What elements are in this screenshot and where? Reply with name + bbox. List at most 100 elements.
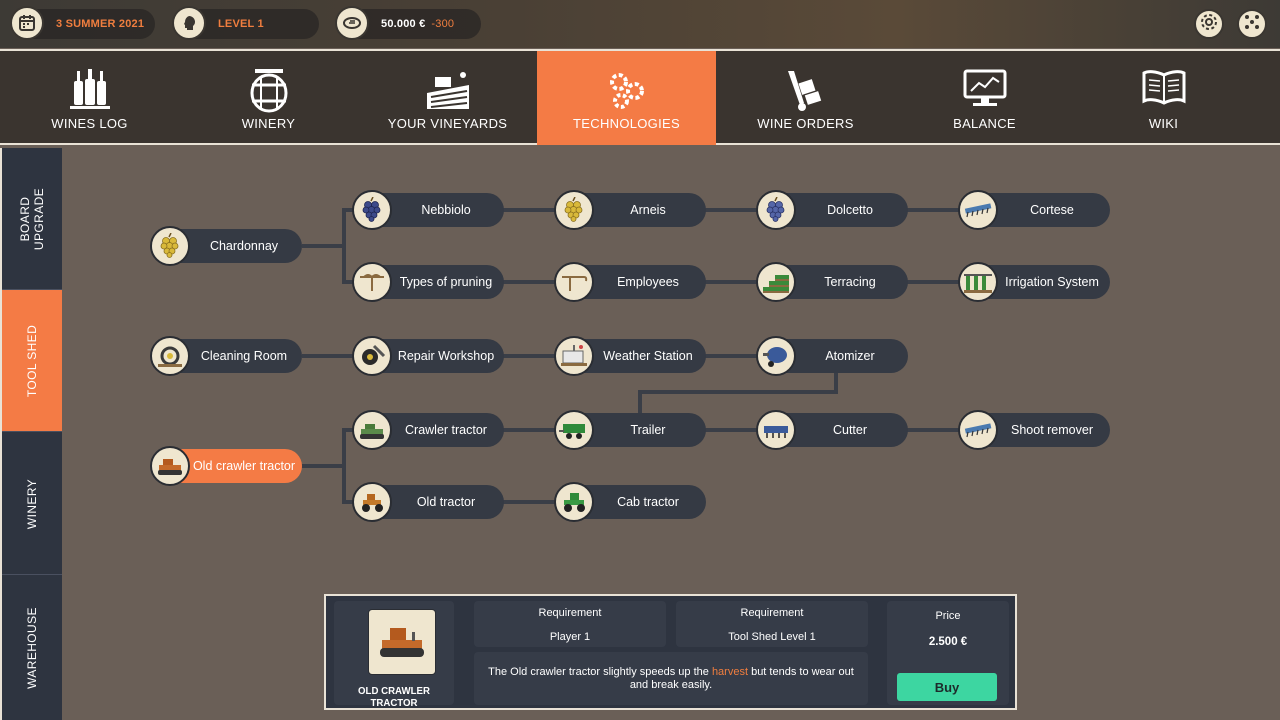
tab-label: WINERY [25, 478, 39, 529]
date-text: 3 SUMMER 2021 [56, 18, 145, 30]
tech-node-old-tractor[interactable]: Old tractor [352, 482, 504, 522]
requirement-value: Player 1 [549, 631, 591, 643]
grape-icon [554, 190, 594, 230]
nav-winery[interactable]: WINERY [179, 51, 358, 145]
tech-label: Cab tractor [617, 495, 679, 509]
tech-node-cutter[interactable]: Cutter [756, 410, 908, 450]
level-text: LEVEL 1 [218, 18, 264, 30]
cutter-icon [756, 410, 796, 450]
tech-node-atomizer[interactable]: Atomizer [756, 336, 908, 376]
tech-node-trailer[interactable]: Trailer [554, 410, 706, 450]
settings-button[interactable] [1194, 9, 1224, 39]
tech-label: Trailer [630, 423, 666, 437]
tech-node-dolcetto[interactable]: Dolcetto [756, 190, 908, 230]
tech-label: Cortese [1030, 203, 1074, 217]
tech-label: Old tractor [416, 495, 476, 509]
tech-node-crawler-tractor[interactable]: Crawler tractor [352, 410, 504, 450]
book-icon [1142, 69, 1186, 112]
nav-balance[interactable]: BALANCE [895, 51, 1074, 145]
tech-label: Nebbiolo [421, 203, 471, 217]
money-display: 50.000 € -300 [335, 6, 481, 40]
tech-node-nebbiolo[interactable]: Nebbiolo [352, 190, 504, 230]
main-nav: WINES LOG WINERY YOUR VINEYARDS TECHNOLO… [0, 49, 1280, 145]
wrench-gear-icon [352, 336, 392, 376]
tech-label: Irrigation System [1005, 275, 1099, 289]
tech-label: Old crawler tractor [192, 459, 296, 473]
hose-reel-icon [150, 336, 190, 376]
requirement-player: Requirement Player 1 [474, 601, 666, 647]
tech-node-repair-workshop[interactable]: Repair Workshop [352, 336, 504, 376]
money-amount: 50.000 € [381, 18, 426, 30]
nav-label: WINERY [241, 116, 296, 131]
player-head-icon [172, 6, 206, 40]
nav-technologies[interactable]: TECHNOLOGIES [537, 51, 716, 145]
date-display: 3 SUMMER 2021 [10, 6, 155, 40]
tech-node-irrigation-system[interactable]: Irrigation System [958, 262, 1110, 302]
tractor-icon [554, 482, 594, 522]
tech-node-old-crawler-tractor[interactable]: Old crawler tractor [150, 446, 302, 486]
nav-label: YOUR VINEYARDS [387, 116, 508, 131]
tech-label: Crawler tractor [405, 423, 487, 437]
tech-label: Terracing [824, 275, 876, 289]
item-preview: OLD CRAWLER TRACTOR [334, 601, 454, 709]
tech-node-terracing[interactable]: Terracing [756, 262, 908, 302]
tech-node-weather-station[interactable]: Weather Station [554, 336, 706, 376]
requirement-value: Tool Shed Level 1 [728, 631, 816, 643]
price-box: Price 2.500 € Buy [887, 601, 1009, 705]
nav-wiki[interactable]: WIKI [1074, 51, 1253, 145]
buy-button[interactable]: Buy [897, 673, 997, 701]
nav-wine-orders[interactable]: WINE ORDERS [716, 51, 895, 145]
tab-label: BOARD UPGRADE [18, 187, 47, 250]
terrace-icon [756, 262, 796, 302]
tech-node-cortese[interactable]: Cortese [958, 190, 1110, 230]
monitor-chart-icon [963, 69, 1007, 114]
tech-node-arneis[interactable]: Arneis [554, 190, 706, 230]
nav-your-vineyards[interactable]: YOUR VINEYARDS [358, 51, 537, 145]
tech-node-shoot-remover[interactable]: Shoot remover [958, 410, 1110, 450]
tab-tool-shed[interactable]: TOOL SHED [2, 290, 62, 432]
harrow-icon [958, 410, 998, 450]
description-text: The Old crawler tractor slightly speeds … [488, 665, 712, 678]
tech-label: Weather Station [603, 349, 693, 363]
tech-node-types-of-pruning[interactable]: Types of pruning [352, 262, 504, 302]
gear-icon [1199, 12, 1219, 37]
requirement-title: Requirement [740, 607, 804, 619]
tab-board-upgrade[interactable]: BOARD UPGRADE [2, 148, 62, 290]
tech-node-cab-tractor[interactable]: Cab tractor [554, 482, 706, 522]
tab-label: WAREHOUSE [25, 607, 39, 689]
vineyard-icon [425, 69, 471, 116]
money-delta: -300 [431, 18, 455, 30]
requirement-tool-shed: Requirement Tool Shed Level 1 [676, 601, 868, 647]
barrel-icon [247, 69, 291, 118]
nav-label: WINES LOG [51, 116, 128, 131]
description-highlight: harvest [711, 665, 749, 678]
tab-winery[interactable]: WINERY [2, 433, 62, 575]
price-title: Price [935, 610, 961, 622]
technology-detail-panel: OLD CRAWLER TRACTOR Requirement Player 1… [324, 594, 1017, 710]
category-tabs: BOARD UPGRADE TOOL SHED WINERY WAREHOUSE [0, 148, 62, 720]
tech-node-chardonnay[interactable]: Chardonnay [150, 226, 302, 266]
tech-label: Cleaning Room [200, 349, 288, 363]
fullscreen-button[interactable] [1237, 9, 1267, 39]
calendar-icon [10, 6, 44, 40]
requirement-title: Requirement [538, 607, 602, 619]
grape-icon [150, 226, 190, 266]
atomizer-icon [756, 336, 796, 376]
crawler-tractor-icon [368, 609, 436, 675]
nav-label: WINE ORDERS [757, 116, 854, 131]
price-value: 2.500 € [928, 636, 968, 648]
hand-truck-icon [786, 69, 826, 118]
dots-icon [1242, 12, 1262, 37]
tech-node-employees[interactable]: Employees [554, 262, 706, 302]
wine-bottles-icon [68, 69, 112, 116]
tech-label: Chardonnay [209, 239, 279, 253]
tech-node-cleaning-room[interactable]: Cleaning Room [150, 336, 302, 376]
nav-label: WIKI [1148, 116, 1179, 131]
tech-label: Atomizer [825, 349, 875, 363]
tech-label: Types of pruning [399, 275, 493, 289]
tab-warehouse[interactable]: WAREHOUSE [2, 576, 62, 720]
tech-label: Shoot remover [1011, 423, 1093, 437]
top-status-bar: 3 SUMMER 2021 LEVEL 1 50.000 € -300 [0, 0, 1280, 48]
gears-icon [605, 69, 649, 116]
nav-wines-log[interactable]: WINES LOG [0, 51, 179, 145]
